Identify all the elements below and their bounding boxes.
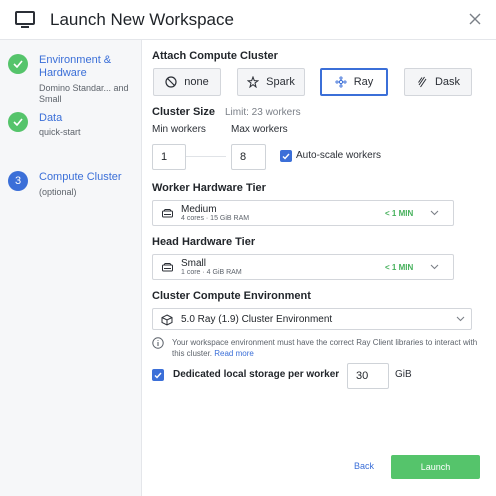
attach-cluster-heading: Attach Compute Cluster [152,50,278,62]
close-icon[interactable] [468,12,482,26]
worker-tier-heading: Worker Hardware Tier [152,182,266,194]
dask-icon [418,76,427,88]
range-connector [186,156,226,157]
autoscale-checkbox[interactable] [280,150,292,162]
worker-tier-select[interactable]: Medium 4 cores · 15 GiB RAM < 1 MIN [152,200,454,226]
cube-icon [161,314,173,326]
cluster-option-label: Spark [266,76,295,88]
check-icon [282,153,290,160]
step-summary: Domino Standar... and Small [39,83,129,104]
max-workers-label: Max workers [231,124,288,135]
step-label: Data [39,112,63,124]
worker-limit: Limit: 23 workers [225,107,301,118]
step-complete-check-icon [8,54,28,74]
cluster-option-none[interactable]: none [153,68,221,96]
header: Launch New Workspace [0,0,496,40]
step-label: Environment & Hardware [39,54,112,79]
spinup-time: < 1 MIN [385,263,414,272]
autoscale-label: Auto-scale workers [296,150,382,161]
local-storage-input[interactable]: 30 [347,363,389,389]
compute-env-heading: Cluster Compute Environment [152,290,311,302]
none-icon [165,76,177,88]
step-summary: (optional) [39,187,77,197]
monitor-icon [15,11,35,28]
env-name: 5.0 Ray (1.9) Cluster Environment [181,314,333,325]
hardware-icon [162,209,173,218]
cluster-option-label: none [184,76,209,88]
min-workers-label: Min workers [152,124,206,135]
read-more-link[interactable]: Read more [214,349,254,358]
storage-unit: GiB [395,369,412,380]
chevron-down-icon [430,210,439,216]
head-tier-heading: Head Hardware Tier [152,236,256,248]
spark-icon [247,76,260,88]
tier-name: Medium [181,204,217,215]
cluster-option-spark[interactable]: Spark [237,68,305,96]
compute-env-select[interactable]: 5.0 Ray (1.9) Cluster Environment [152,308,472,330]
hardware-icon [162,263,173,272]
spinup-time: < 1 MIN [385,209,414,218]
dialog-title: Launch New Workspace [50,10,234,29]
env-info-text: Your workspace environment must have the… [172,337,482,359]
tier-name: Small [181,258,207,269]
local-storage-checkbox[interactable] [152,369,164,381]
info-icon [152,337,164,349]
cluster-option-label: Dask [434,76,461,88]
local-storage-label: Dedicated local storage per worker [173,369,340,380]
cluster-option-label: Ray [353,76,374,88]
step-complete-check-icon [8,112,28,132]
stepper-sidebar: Environment & Hardware Domino Standar...… [0,40,142,496]
back-button[interactable]: Back [354,461,374,471]
step-number: 3 [8,171,28,191]
chevron-down-icon [456,316,465,322]
tier-spec: 4 cores · 15 GiB RAM [181,215,250,222]
max-workers-input[interactable]: 8 [231,144,266,170]
chevron-down-icon [430,264,439,270]
cluster-option-dask[interactable]: Dask [404,68,472,96]
min-workers-input[interactable]: 1 [152,144,186,170]
check-icon [154,372,162,379]
ray-icon [335,76,347,88]
cluster-option-ray[interactable]: Ray [320,68,388,96]
main-panel: Attach Compute Cluster none Spark Ray Da… [142,40,496,496]
step-label: Compute Cluster [39,171,122,183]
head-tier-select[interactable]: Small 1 core · 4 GiB RAM < 1 MIN [152,254,454,280]
launch-button[interactable]: Launch [391,455,480,479]
cluster-size-heading: Cluster Size [152,106,215,118]
tier-spec: 1 core · 4 GiB RAM [181,269,242,276]
step-summary: quick-start [39,127,81,137]
